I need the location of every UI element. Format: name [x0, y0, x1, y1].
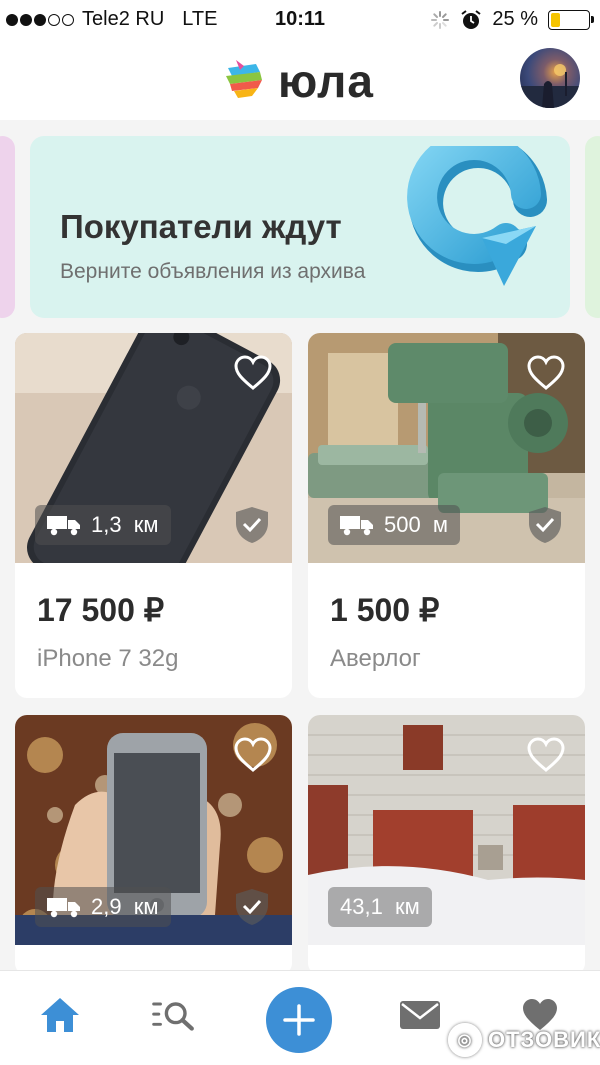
search-list-icon [152, 1002, 194, 1031]
avatar-photo [520, 64, 580, 108]
listing-card[interactable]: 500 м 1 500 ₽ Аверлог [308, 333, 585, 698]
add-icon [283, 1004, 315, 1036]
listing-price: 17 500 ₽ [37, 592, 165, 628]
distance-badge: 500 м [328, 505, 461, 545]
mail-icon [400, 1001, 440, 1029]
favorite-heart-icon[interactable] [527, 355, 565, 391]
distance-badge: 43,1 км [328, 887, 432, 927]
listing-photo[interactable]: 43,1 км [308, 715, 585, 945]
distance-label: 1,3 км [91, 512, 159, 537]
avatar[interactable] [520, 48, 580, 108]
promo-banner[interactable]: Покупатели ждут Верните объявления из ар… [30, 136, 570, 318]
listing-photo[interactable]: 1,3 км [15, 333, 292, 563]
delivery-truck-icon [47, 516, 80, 536]
distance-badge: 2,9 км [35, 887, 171, 927]
delivery-truck-icon [340, 516, 373, 536]
banner-subtitle: Верните объявления из архива [60, 260, 366, 283]
refresh-arrow-icon [407, 146, 547, 286]
listing-price: 1 500 ₽ [330, 592, 440, 628]
distance-label: 43,1 км [340, 894, 420, 919]
distance-badge: 1,3 км [35, 505, 171, 545]
tab-search[interactable] [152, 993, 196, 1037]
favorite-heart-icon[interactable] [234, 355, 272, 391]
verified-shield-icon [529, 507, 561, 543]
home-icon [41, 998, 79, 1032]
add-listing-button[interactable] [266, 987, 332, 1053]
listing-card[interactable]: 43,1 км [308, 715, 585, 970]
banner-next-peek[interactable] [585, 136, 600, 318]
listing-photo[interactable]: 500 м [308, 333, 585, 563]
listing-card[interactable]: 2,9 км [15, 715, 292, 970]
distance-label: 2,9 км [91, 894, 159, 919]
feed[interactable]: Покупатели ждут Верните объявления из ар… [0, 120, 600, 970]
bottom-tab-bar: ◎ ОТЗОВИК [0, 970, 600, 1065]
favorite-heart-icon[interactable] [234, 737, 272, 773]
yula-logo-icon [226, 60, 262, 98]
battery-icon [548, 9, 594, 30]
watermark: ◎ ОТЗОВИК [448, 1023, 600, 1057]
watermark-logo-icon: ◎ [448, 1023, 482, 1057]
app-header: юла [0, 40, 600, 120]
app-logo[interactable]: юла [222, 54, 374, 108]
listing-photo[interactable]: 2,9 км [15, 715, 292, 945]
delivery-truck-icon [47, 898, 80, 918]
favorite-heart-icon[interactable] [527, 737, 565, 773]
watermark-text: ОТЗОВИК [488, 1027, 600, 1052]
listing-card[interactable]: 1,3 км 17 500 ₽ iPhone 7 32g [15, 333, 292, 698]
listing-title: iPhone 7 32g [37, 645, 179, 672]
status-bar: Tele2 RU LTE 10:11 25 % [0, 0, 600, 40]
banner-title: Покупатели ждут [60, 208, 342, 245]
tab-messages[interactable] [398, 993, 442, 1037]
verified-shield-icon [236, 507, 268, 543]
alarm-icon [461, 9, 482, 29]
listing-title: Аверлог [330, 645, 421, 672]
distance-label: 500 м [384, 512, 449, 537]
verified-shield-icon [236, 889, 268, 925]
banner-previous-peek[interactable] [0, 136, 15, 318]
logo-text: юла [278, 55, 374, 107]
tab-home[interactable] [38, 993, 82, 1037]
battery-percent: 25 % [492, 8, 538, 30]
activity-spinner-icon [431, 10, 450, 29]
